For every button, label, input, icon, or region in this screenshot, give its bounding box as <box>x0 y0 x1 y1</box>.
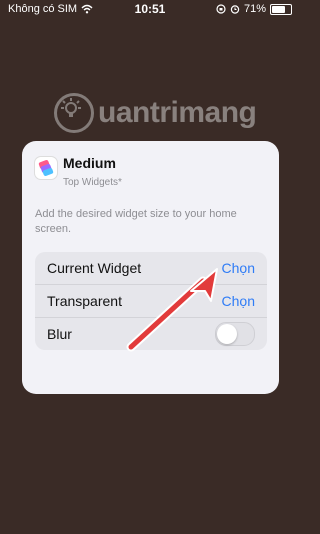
status-bar: Không có SIM 10:51 71% <box>0 0 300 18</box>
option-label: Transparent <box>47 293 122 309</box>
alarm-icon <box>230 5 240 14</box>
battery-percent: 71% <box>243 3 266 15</box>
choose-current-widget-button[interactable]: Chọn <box>222 260 255 276</box>
status-right: 71% <box>216 3 292 15</box>
annotation-arrow-icon <box>126 268 218 352</box>
lock-rotation-icon <box>216 4 226 14</box>
option-label: Blur <box>47 326 72 342</box>
shortcuts-app-icon <box>35 157 57 179</box>
choose-transparent-button[interactable]: Chọn <box>222 293 255 309</box>
widget-title: Medium <box>63 155 116 171</box>
watermark-text: uantrimang <box>98 96 257 129</box>
battery-fill <box>272 5 285 13</box>
widget-subtitle: Top Widgets* <box>63 177 122 188</box>
widget-description: Add the desired widget size to your home… <box>35 208 237 235</box>
watermark-logo-icon <box>54 93 94 133</box>
watermark: uantrimang <box>54 88 274 138</box>
battery-icon <box>270 3 292 15</box>
